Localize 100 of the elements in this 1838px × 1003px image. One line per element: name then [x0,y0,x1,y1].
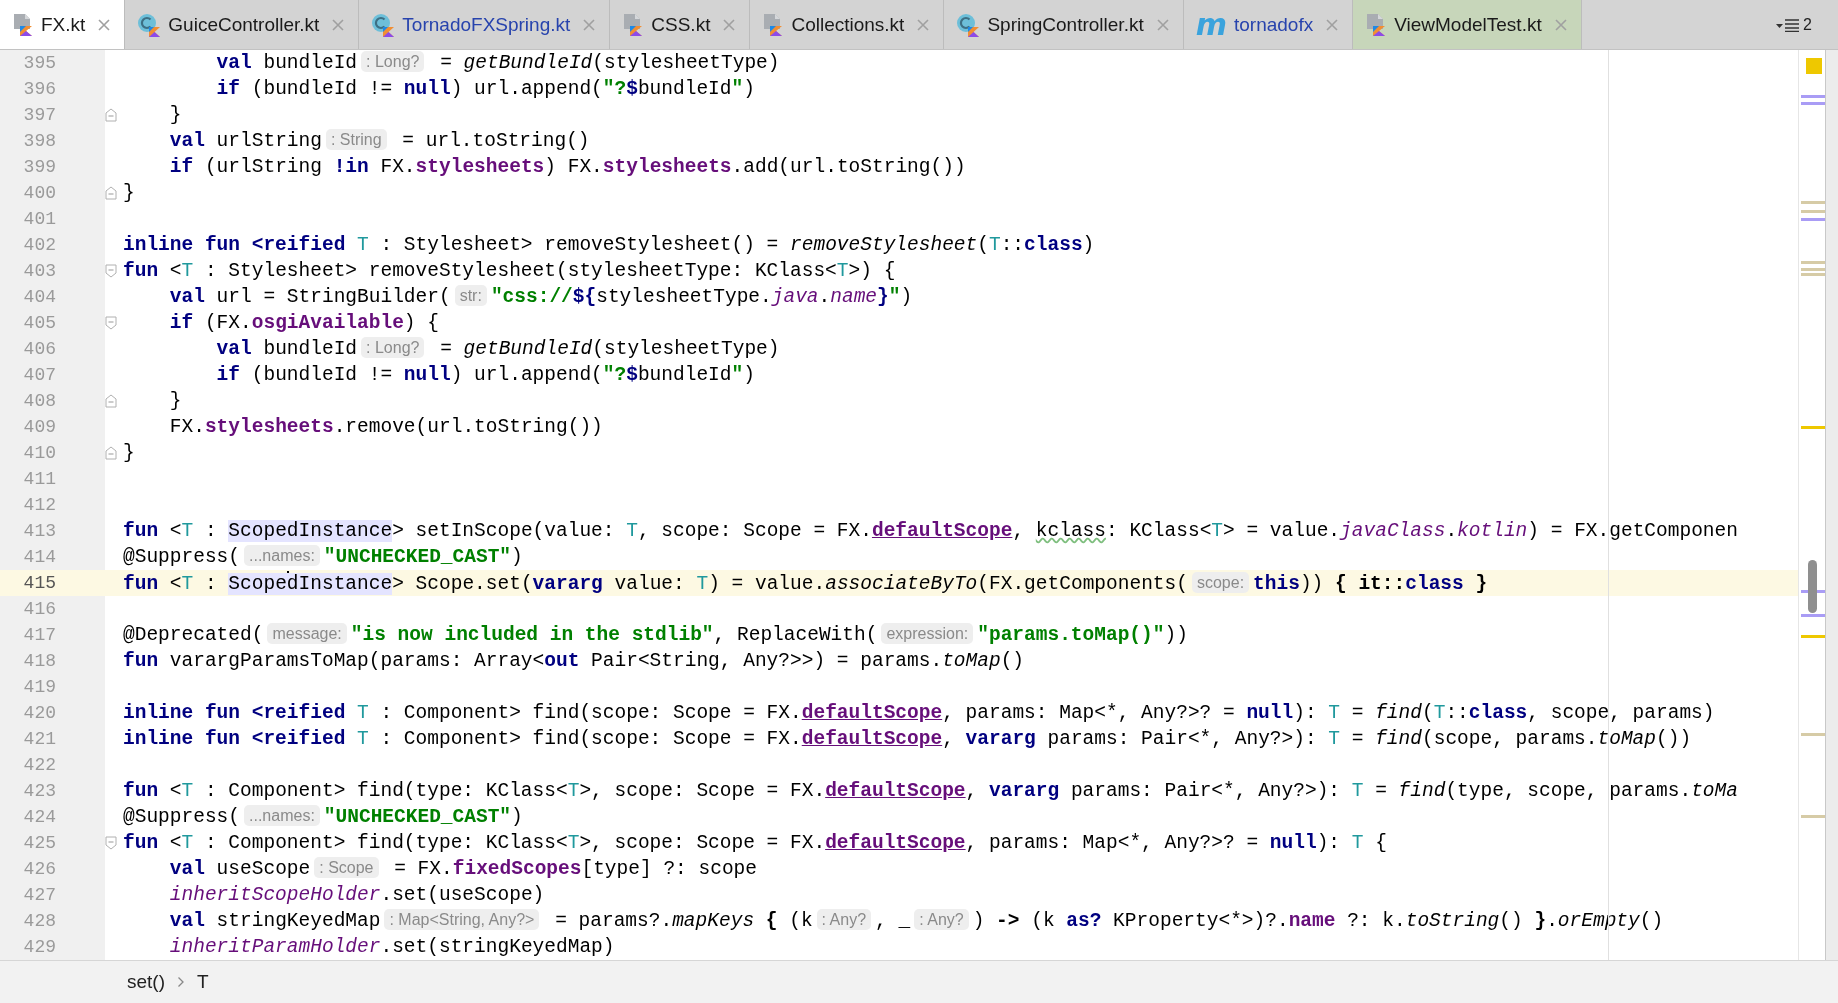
code-line: val urlString : String = url.toString() [168,129,590,153]
code-line: if (bundleId != null) url.append("?$bundleId") [215,363,755,387]
line-number: 414 [0,544,105,570]
line-number: 399 [0,154,105,180]
scrollbar-thumb[interactable] [1808,560,1817,613]
kotlin-file-icon [12,12,34,37]
close-icon[interactable] [583,18,596,31]
stripe-mark[interactable] [1801,102,1825,105]
line-number: 429 [0,934,105,960]
line-number: 417 [0,622,105,648]
fold-icon[interactable] [105,446,117,460]
line-number: 425 [0,830,105,856]
code-line: if (bundleId != null) url.append("?$bundleId") [215,77,755,101]
code-line: val stringKeyedMap : Map<String, Any?> = params?.mapKeys { (k : Any? , _ : Any? ) -> (k as? KProperty<*>)?.name ?: k.toString() }.orEmpty() [168,909,1664,933]
close-icon[interactable] [98,18,111,31]
code-line: fun <T : Component> find(type: KClass<T>, scope: Scope = FX.defaultScope, vararg params: Pair<*, Any?>): T = find(type, scope, params.toMa [123,779,1738,803]
close-icon[interactable] [1326,18,1339,31]
editor-tab[interactable]: FX.kt [0,0,126,49]
code-line: val bundleId : Long? = getBundleId(stylesheetType) [215,51,780,75]
line-number: 400 [0,180,105,206]
stripe-mark[interactable] [1801,426,1825,429]
code-line: } [123,181,135,205]
line-number: 406 [0,336,105,362]
class-icon [137,12,162,37]
line-number: 412 [0,492,105,518]
line-number: 402 [0,232,105,258]
line-number: 423 [0,778,105,804]
line-number: 405 [0,310,105,336]
fold-icon[interactable] [105,394,117,408]
breadcrumb-item[interactable]: T [197,971,209,993]
stripe-mark[interactable] [1801,268,1825,271]
code-line: val url = StringBuilder( str: "css://${stylesheetType.java.name}") [168,285,913,309]
stripe-mark[interactable] [1801,261,1825,264]
stripe-mark[interactable] [1801,201,1825,204]
close-icon[interactable] [723,18,736,31]
module-icon: m [1195,9,1227,40]
fold-icon[interactable] [105,264,117,278]
line-number: 404 [0,284,105,310]
code-line: } [168,103,182,127]
line-number: 410 [0,440,105,466]
stripe-mark[interactable] [1801,210,1825,213]
editor-tab[interactable]: ViewModelTest.kt [1353,0,1582,49]
code-line: inline fun <reified T : Component> find(scope: Scope = FX.defaultScope, vararg params: Pair<*, Any?>): T = find(scope, params.toMap()) [123,727,1692,751]
code-line: inline fun <reified T : Component> find(scope: Scope = FX.defaultScope, params: Map<*, Any?>? = null): T = find(T::class, scope, params) [123,701,1715,725]
line-number: 420 [0,700,105,726]
code-line: inheritParamHolder.set(stringKeyedMap) [168,935,615,959]
line-number: 408 [0,388,105,414]
code-line: if (urlString !in FX.stylesheets) FX.stylesheets.add(url.toString()) [168,155,966,179]
line-number: 427 [0,882,105,908]
close-icon[interactable] [1554,18,1567,31]
line-number: 396 [0,76,105,102]
line-number: 409 [0,414,105,440]
code-line: fun <T : ScopedInstance> Scope.set(vararg value: T) = value.associateByTo(FX.getComponents( scope: this)) { it::class } [123,570,1488,596]
code-line: fun varargParamsToMap(params: Array<out Pair<String, Any?>>) = params.toMap() [123,649,1025,673]
code-line: fun <T : ScopedInstance> setInScope(value: T, scope: Scope = FX.defaultScope, kclass: KClass<T> = value.javaClass.kotlin) = FX.getComponen [123,519,1738,543]
line-number: 395 [0,50,105,76]
line-number: 413 [0,518,105,544]
close-icon[interactable] [917,18,930,31]
breadcrumb-item[interactable]: set() [127,971,165,993]
code-line: @Suppress( ...names: "UNCHECKED_CAST") [123,545,523,569]
line-number: 424 [0,804,105,830]
fold-icon[interactable] [105,316,117,330]
line-number: 421 [0,726,105,752]
line-number: 419 [0,674,105,700]
code-line: if (FX.osgiAvailable) { [168,311,439,335]
close-icon[interactable] [1156,18,1169,31]
code-line: fun <T : Component> find(type: KClass<T>, scope: Scope = FX.defaultScope, params: Map<*, Any?>? = null): T { [123,831,1387,855]
close-icon[interactable] [332,18,345,31]
stripe-mark[interactable] [1801,733,1825,736]
line-number: 428 [0,908,105,934]
code-line: @Deprecated( message: "is now included in the stdlib", ReplaceWith( expression: "params.toMap()")) [123,623,1188,647]
stripe-mark[interactable] [1801,815,1825,818]
line-number: 426 [0,856,105,882]
stripe-mark[interactable] [1801,635,1825,638]
tab-overflow-button[interactable]: 2 [1768,0,1838,49]
fold-icon[interactable] [105,108,117,122]
stripe-mark[interactable] [1801,614,1825,617]
fold-icon[interactable] [105,836,117,850]
line-number: 407 [0,362,105,388]
line-number: 403 [0,258,105,284]
chevron-icon [177,976,185,988]
code-line: val bundleId : Long? = getBundleId(stylesheetType) [215,337,780,361]
stripe-mark[interactable] [1801,218,1825,221]
class-icon [371,12,396,37]
code-line: val useScope : Scope = FX.fixedScopes[type] ?: scope [168,857,757,881]
code-line: } [123,441,135,465]
code-line: FX.stylesheets.remove(url.toString()) [168,415,603,439]
line-number: 411 [0,466,105,492]
line-number: 398 [0,128,105,154]
code-line: inline fun <reified T : Stylesheet> removeStylesheet() = removeStylesheet(T::class) [123,233,1095,257]
warning-status-icon[interactable] [1806,58,1822,74]
fold-icon[interactable] [105,186,117,200]
line-number: 397 [0,102,105,128]
class-icon [956,12,981,37]
code-line: inheritScopeHolder.set(useScope) [168,883,545,907]
line-number: 416 [0,596,105,622]
list-icon [1776,17,1801,32]
code-line: } [168,389,182,413]
stripe-mark[interactable] [1801,95,1825,98]
stripe-mark[interactable] [1801,273,1825,276]
